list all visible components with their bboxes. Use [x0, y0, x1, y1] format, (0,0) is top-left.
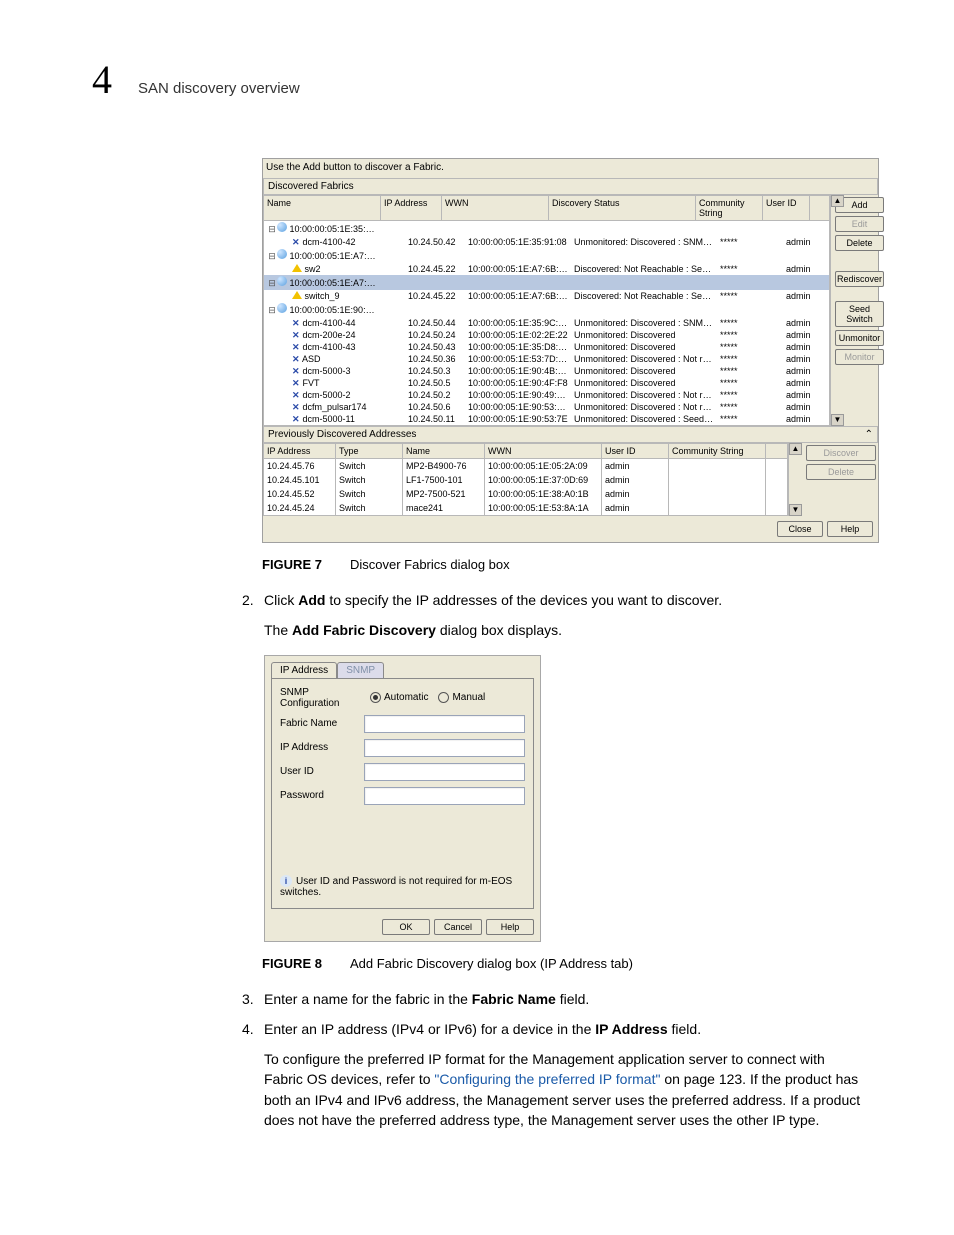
fabric-row[interactable]: ⊟ 10:00:00:05:1E:A7:6B:	[264, 248, 829, 263]
prev-address-row[interactable]: 10.24.45.76Switch MP2-B4900-7610:00:00:0…	[264, 459, 787, 473]
globe-icon	[277, 276, 287, 286]
fabric-row[interactable]: ✕ dcm-4100-43 10.24.50.4310:00:00:05:1E:…	[264, 341, 829, 353]
prev-address-row[interactable]: 10.24.45.24Switch mace24110:00:00:05:1E:…	[264, 501, 787, 515]
tab-snmp[interactable]: SNMP	[337, 662, 384, 678]
discover-button: Discover	[806, 445, 876, 461]
fabric-row[interactable]: ✕ FVT 10.24.50.510:00:00:05:1E:90:4F:F8 …	[264, 377, 829, 389]
fabric-row[interactable]: ✕ dcfm_pulsar174 10.24.50.610:00:00:05:1…	[264, 401, 829, 413]
help-button[interactable]: Help	[827, 521, 873, 537]
fabric-row[interactable]: sw2 10.24.45.2210:00:00:05:1E:A7:6B:3A D…	[264, 263, 829, 275]
fabric-row[interactable]: ✕ dcm-200e-24 10.24.50.2410:00:00:05:1E:…	[264, 329, 829, 341]
tab-ip-address[interactable]: IP Address	[271, 662, 337, 678]
scrollbar[interactable]: ▲▼	[830, 195, 831, 426]
delete-button[interactable]: Delete	[835, 235, 884, 251]
chapter-number: 4	[92, 56, 112, 103]
user-id-input[interactable]	[364, 763, 525, 781]
globe-icon	[277, 249, 287, 259]
warning-icon	[292, 264, 302, 272]
x-icon: ✕	[292, 378, 300, 386]
x-icon: ✕	[292, 330, 300, 338]
x-icon: ✕	[292, 354, 300, 362]
radio-manual[interactable]: Manual	[438, 692, 485, 703]
chapter-title: SAN discovery overview	[138, 80, 300, 97]
fabric-row[interactable]: ⊟ 10:00:00:05:1E:90:53:7	[264, 302, 829, 317]
close-button[interactable]: Close	[777, 521, 823, 537]
expand-toggle[interactable]: ⊟	[267, 305, 277, 316]
scroll-up-icon[interactable]: ▲	[789, 443, 802, 455]
x-icon: ✕	[292, 366, 300, 374]
warning-icon	[292, 291, 302, 299]
collapse-icon[interactable]: ⌃	[865, 429, 873, 440]
fabric-row[interactable]: ✕ ASD 10.24.50.3610:00:00:05:1E:53:7D:CA…	[264, 353, 829, 365]
info-icon: i	[280, 875, 292, 887]
previously-discovered-title: Previously Discovered Addresses⌃	[263, 426, 878, 443]
password-label: Password	[280, 790, 364, 801]
fabric-row[interactable]: ⊟ 10:00:00:05:1E:A7:6B:	[264, 275, 829, 290]
scroll-up-icon[interactable]: ▲	[831, 195, 844, 207]
globe-icon	[277, 303, 287, 313]
x-icon: ✕	[292, 390, 300, 398]
figure-8-caption: FIGURE 8Add Fabric Discovery dialog box …	[262, 956, 884, 971]
x-icon: ✕	[292, 237, 300, 245]
fabric-name-input[interactable]	[364, 715, 525, 733]
x-icon: ✕	[292, 414, 300, 422]
expand-toggle[interactable]: ⊟	[267, 224, 277, 235]
step-2: 2. Click Add to specify the IP addresses…	[242, 590, 862, 610]
fabric-row[interactable]: ⊟ 10:00:00:05:1E:35:91:0	[264, 221, 829, 236]
meos-note: iUser ID and Password is not required fo…	[280, 875, 525, 898]
discover-fabrics-dialog: Use the Add button to discover a Fabric.…	[262, 158, 879, 543]
user-id-label: User ID	[280, 766, 364, 777]
x-icon: ✕	[292, 318, 300, 326]
edit-button: Edit	[835, 216, 884, 232]
cancel-button[interactable]: Cancel	[434, 919, 482, 935]
figure-7-caption: FIGURE 7Discover Fabrics dialog box	[262, 557, 884, 572]
step-3: 3. Enter a name for the fabric in the Fa…	[242, 989, 862, 1009]
ip-address-label: IP Address	[280, 742, 364, 753]
globe-icon	[277, 222, 287, 232]
running-header: 4 SAN discovery overview	[92, 56, 884, 103]
seed-switch-button[interactable]: Seed Switch	[835, 301, 884, 327]
ip-address-input[interactable]	[364, 739, 525, 757]
ok-button[interactable]: OK	[382, 919, 430, 935]
rediscover-button[interactable]: Rediscover	[835, 271, 884, 287]
step-4-paragraph: To configure the preferred IP format for…	[264, 1049, 864, 1130]
help-button[interactable]: Help	[486, 919, 534, 935]
x-icon: ✕	[292, 342, 300, 350]
password-input[interactable]	[364, 787, 525, 805]
step-2-sub: The Add Fabric Discovery dialog box disp…	[264, 620, 864, 640]
prev-address-row[interactable]: 10.24.45.52Switch MP2-7500-52110:00:00:0…	[264, 487, 787, 501]
prev-address-row[interactable]: 10.24.45.101Switch LF1-7500-10110:00:00:…	[264, 473, 787, 487]
add-fabric-discovery-dialog: IP Address SNMP SNMP Configuration Autom…	[264, 655, 541, 942]
discovered-fabrics-title: Discovered Fabrics	[263, 178, 878, 195]
fabric-row[interactable]: ✕ dcm-5000-3 10.24.50.310:00:00:05:1E:90…	[264, 365, 829, 377]
fabric-row[interactable]: ✕ dcm-5000-11 10.24.50.1110:00:00:05:1E:…	[264, 413, 829, 425]
x-icon: ✕	[292, 402, 300, 410]
fabric-row[interactable]: ✕ dcm-4100-42 10.24.50.4210:00:00:05:1E:…	[264, 236, 829, 248]
dialog-hint: Use the Add button to discover a Fabric.	[263, 159, 878, 178]
fabric-row[interactable]: ✕ dcm-4100-44 10.24.50.4410:00:00:05:1E:…	[264, 317, 829, 329]
snmp-config-label: SNMP Configuration	[280, 687, 370, 709]
step-4: 4. Enter an IP address (IPv4 or IPv6) fo…	[242, 1019, 862, 1039]
unmonitor-button[interactable]: Unmonitor	[835, 330, 884, 346]
monitor-button: Monitor	[835, 349, 884, 365]
scroll-down-icon[interactable]: ▼	[789, 504, 802, 516]
fabric-name-label: Fabric Name	[280, 718, 364, 729]
expand-toggle[interactable]: ⊟	[267, 251, 277, 262]
scrollbar[interactable]: ▲▼	[788, 443, 802, 516]
fabric-row[interactable]: ✕ dcm-5000-2 10.24.50.210:00:00:05:1E:90…	[264, 389, 829, 401]
radio-automatic[interactable]: Automatic	[370, 692, 428, 703]
fabric-row[interactable]: switch_9 10.24.45.2210:00:00:05:1E:A7:6B…	[264, 290, 829, 302]
link-configuring-preferred-ip[interactable]: "Configuring the preferred IP format"	[434, 1071, 660, 1087]
delete-prev-button: Delete	[806, 464, 876, 480]
scroll-down-icon[interactable]: ▼	[831, 414, 844, 426]
expand-toggle[interactable]: ⊟	[267, 278, 277, 289]
